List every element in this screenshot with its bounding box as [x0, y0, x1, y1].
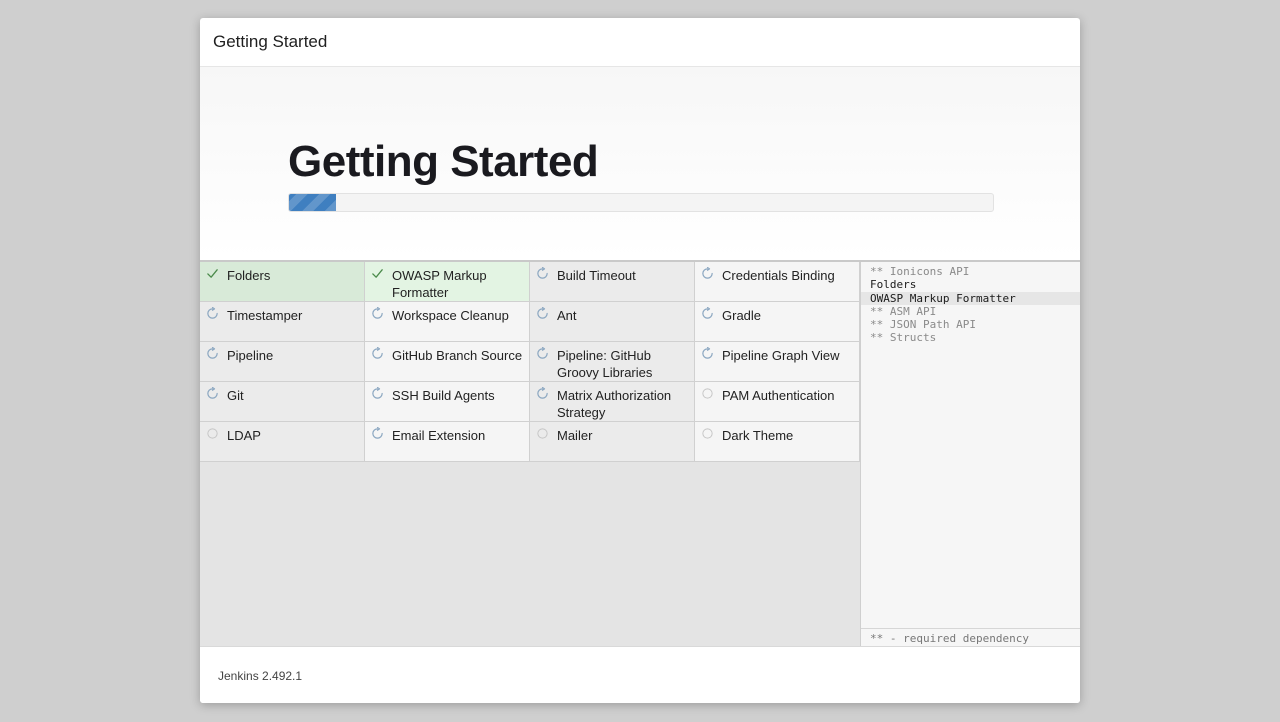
dependency-log-line: ** Ionicons API: [870, 265, 970, 278]
plugin-name: Pipeline Graph View: [722, 348, 840, 363]
plugin-name: SSH Build Agents: [392, 388, 495, 403]
pending-circle-icon: [701, 387, 714, 400]
install-progress-fill: [289, 194, 337, 211]
dependency-log-legend: ** - required dependency: [861, 628, 1080, 648]
plugin-name: Timestamper: [227, 308, 303, 323]
plugin-name: GitHub Branch Source: [392, 348, 523, 363]
plugin-name: LDAP: [227, 428, 261, 443]
spinner-icon: [206, 347, 219, 360]
plugin-cell: GitHub Branch Source: [365, 342, 530, 382]
plugin-grid: Folders OWASP Markup Formatter Build Timeo…: [200, 262, 860, 462]
plugin-name: Gradle: [722, 308, 762, 323]
plugin-name: Build Timeout: [557, 268, 636, 283]
hero-title: Getting Started: [288, 137, 599, 186]
plugin-cell: LDAP: [200, 422, 365, 462]
plugin-name: Matrix Authorization Strategy: [557, 388, 672, 420]
plugin-cell: Email Extension: [365, 422, 530, 462]
plugin-cell: Pipeline Graph View: [695, 342, 860, 382]
plugin-cell: Timestamper: [200, 302, 365, 342]
plugin-cell: Gradle: [695, 302, 860, 342]
plugin-cell: Matrix Authorization Strategy: [530, 382, 695, 422]
dependency-log-panel[interactable]: ** Ionicons API Folders OWASP Markup Forma…: [860, 262, 1080, 648]
plugin-name: Dark Theme: [722, 428, 794, 443]
dependency-log-line: Folders: [870, 278, 917, 292]
spinner-icon: [206, 387, 219, 400]
install-progress-bar: [288, 193, 994, 212]
plugin-cell: PAM Authentication: [695, 382, 860, 422]
plugin-cell: Build Timeout: [530, 262, 695, 302]
pending-circle-icon: [701, 427, 714, 440]
plugin-name: Git: [227, 388, 244, 403]
plugin-name: Pipeline: GitHub Groovy Libraries: [557, 348, 653, 380]
plugin-cell: Mailer: [530, 422, 695, 462]
plugin-name: Pipeline: [227, 348, 274, 363]
check-icon: [371, 267, 384, 280]
spinner-icon: [371, 427, 384, 440]
spinner-icon: [371, 347, 384, 360]
plugin-cell: Folders: [200, 262, 365, 302]
spinner-icon: [206, 307, 219, 320]
dialog-header-title: Getting Started: [213, 32, 328, 51]
spinner-icon: [536, 267, 549, 280]
plugin-cell: SSH Build Agents: [365, 382, 530, 422]
setup-wizard-dialog: Getting Started Getting Started Folders O…: [200, 18, 1080, 703]
dependency-log-lines: ** Ionicons API Folders OWASP Markup Forma…: [861, 262, 1080, 345]
plugin-name: OWASP Markup Formatter: [392, 268, 487, 300]
plugin-cell: Credentials Binding: [695, 262, 860, 302]
spinner-icon: [371, 387, 384, 400]
spinner-icon: [701, 267, 714, 280]
plugin-cell: Pipeline: GitHub Groovy Libraries: [530, 342, 695, 382]
plugin-cell: Ant: [530, 302, 695, 342]
plugin-name: Ant: [557, 308, 577, 323]
spinner-icon: [536, 347, 549, 360]
pending-circle-icon: [536, 427, 549, 440]
plugin-name: Mailer: [557, 428, 593, 443]
plugin-install-area: Folders OWASP Markup Formatter Build Timeo…: [200, 260, 1080, 648]
dependency-log-line: ** Structs: [870, 331, 937, 345]
dialog-footer: Jenkins 2.492.1: [200, 646, 1080, 703]
plugin-name: Credentials Binding: [722, 268, 835, 283]
plugin-name: Workspace Cleanup: [392, 308, 509, 323]
plugin-cell: Dark Theme: [695, 422, 860, 462]
dependency-log-line: ** ASM API: [870, 304, 937, 318]
plugin-cell: Workspace Cleanup: [365, 302, 530, 342]
dependency-log-line: OWASP Markup Formatter: [861, 291, 1080, 305]
plugin-name: Folders: [227, 268, 271, 283]
spinner-icon: [701, 347, 714, 360]
spinner-icon: [536, 387, 549, 400]
plugin-cell: Git: [200, 382, 365, 422]
dependency-log-line: ** JSON Path API: [870, 318, 976, 332]
jenkins-version: Jenkins 2.492.1: [218, 669, 303, 683]
spinner-icon: [371, 307, 384, 320]
spinner-icon: [536, 307, 549, 320]
hero-section: Getting Started: [200, 67, 1080, 259]
pending-circle-icon: [206, 427, 219, 440]
check-icon: [206, 267, 219, 280]
plugin-name: Email Extension: [392, 428, 486, 443]
plugin-name: PAM Authentication: [722, 388, 835, 403]
dialog-header: Getting Started: [200, 18, 1080, 67]
plugin-cell: OWASP Markup Formatter: [365, 262, 530, 302]
plugin-cell: Pipeline: [200, 342, 365, 382]
spinner-icon: [701, 307, 714, 320]
